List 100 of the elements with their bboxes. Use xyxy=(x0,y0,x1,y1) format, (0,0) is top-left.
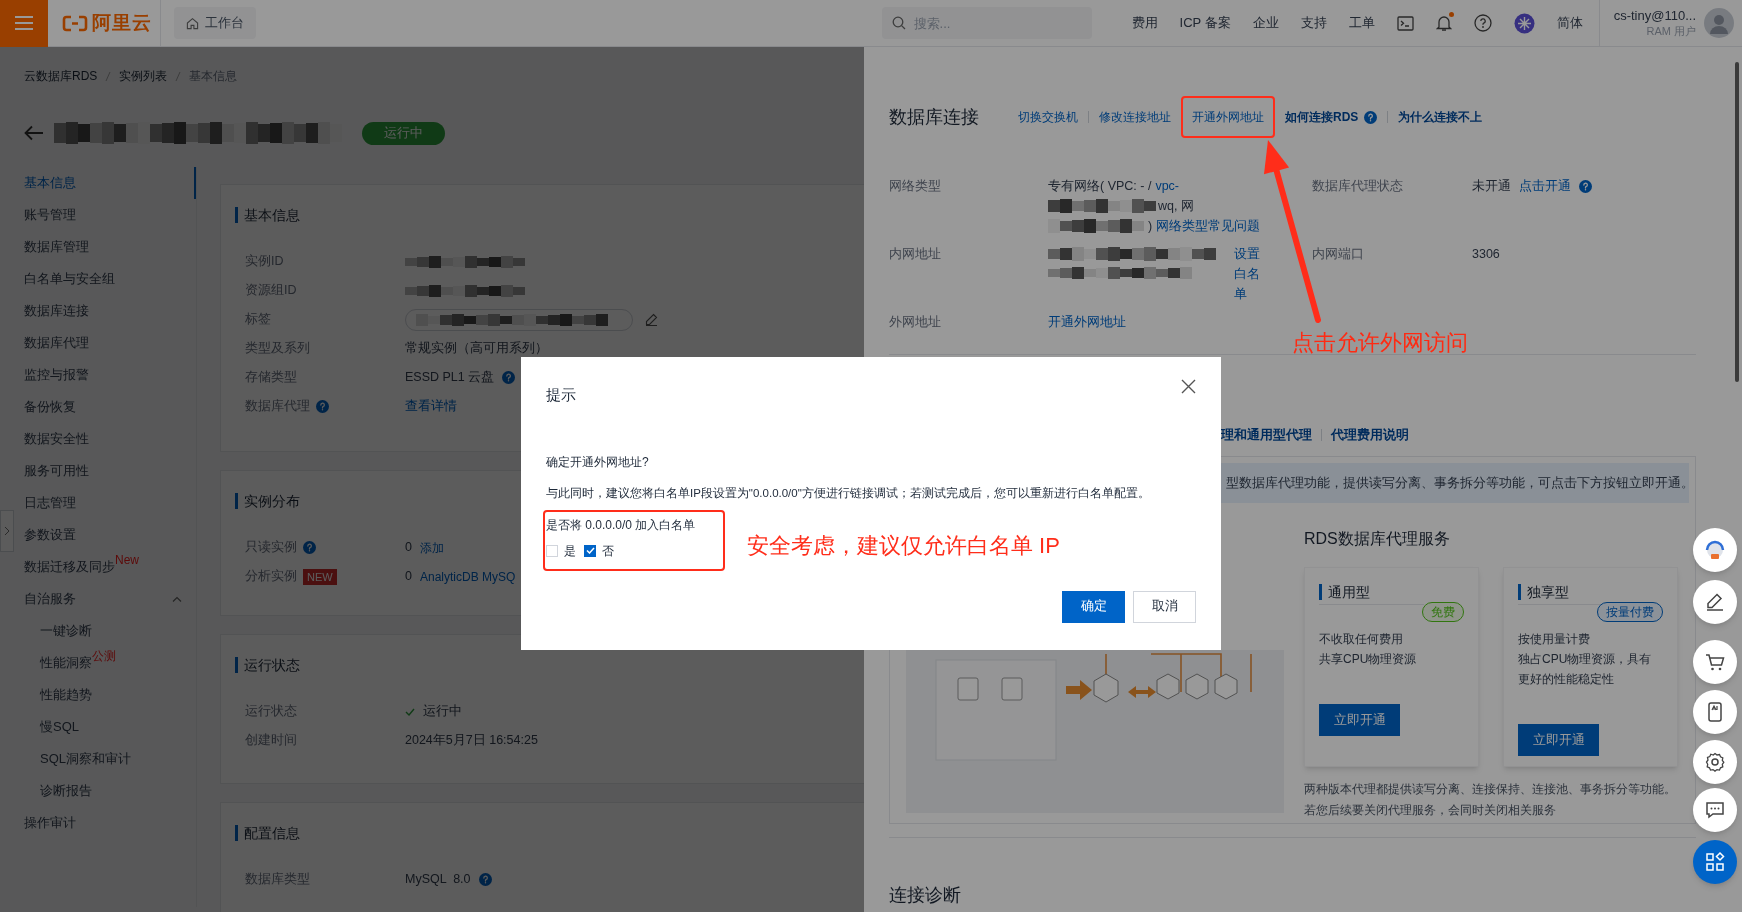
detail-link[interactable]: 查看详情 xyxy=(405,397,457,416)
banner-text: 型数据库代理功能，提供读写分离、事务拆分等功能，可点击下方按钮立即开通。 xyxy=(1226,474,1694,492)
scrollbar-thumb[interactable] xyxy=(1735,62,1739,382)
sidebar-item[interactable]: 性能趋势 xyxy=(16,679,196,711)
proxy-link[interactable]: 代理费用说明 xyxy=(1331,425,1409,445)
sidebar-item[interactable]: 自治服务 xyxy=(16,583,196,615)
nav-link[interactable]: 工单 xyxy=(1348,13,1375,33)
help-icon[interactable] xyxy=(1364,110,1378,124)
field-value: 0 xyxy=(405,568,412,586)
sidebar-item[interactable]: 日志管理 xyxy=(16,487,196,519)
option-label: 是否将 0.0.0.0/0 加入白名单 xyxy=(546,516,697,534)
external-address-link[interactable]: 开通外网地址 xyxy=(1048,315,1126,329)
header-link[interactable]: 切换交换机 xyxy=(1018,108,1078,126)
nav-link[interactable]: 支持 xyxy=(1300,13,1327,33)
checkbox-label: 是 xyxy=(564,542,576,560)
sidebar-item[interactable]: 监控与报警 xyxy=(16,359,196,391)
annotation-text: 安全考虑，建议仅允许白名单 IP xyxy=(747,531,1060,560)
sidebar-item[interactable]: 诊断报告 xyxy=(16,775,196,807)
action-link[interactable]: 添加 xyxy=(419,538,444,557)
help-icon[interactable] xyxy=(502,371,516,384)
separator-icon xyxy=(105,70,112,82)
sidebar-item[interactable]: 慢SQL xyxy=(16,711,196,743)
sidebar-item[interactable]: 数据迁移及同步New xyxy=(16,551,196,583)
field-label: 内网地址 xyxy=(889,246,942,263)
chat-icon xyxy=(1704,799,1726,821)
logo-text: 阿里云 xyxy=(92,10,152,35)
badge-label: New xyxy=(115,554,139,566)
whitelist-link[interactable]: 设置白名单 xyxy=(1234,244,1272,304)
sidebar-item[interactable]: 数据库管理 xyxy=(16,231,196,263)
enable-button[interactable]: 立即开通 xyxy=(1319,704,1400,736)
action-link[interactable]: AnalyticDB MySQ xyxy=(419,567,516,586)
status-badge: 运行中 xyxy=(362,121,445,145)
enable-button[interactable]: 立即开通 xyxy=(1518,724,1599,756)
check-icon xyxy=(405,707,415,716)
back-arrow-icon[interactable] xyxy=(24,125,44,141)
sidebar-item[interactable]: 数据库连接 xyxy=(16,295,196,327)
field-value: 2024年5月7日 16:54:25 xyxy=(405,732,538,750)
field-value: 运行中 xyxy=(423,703,462,721)
sidebar-item[interactable]: 性能洞察公测 xyxy=(16,647,196,679)
help-icon[interactable] xyxy=(478,873,492,886)
badge-label: 公测 xyxy=(92,650,116,662)
breadcrumb-link[interactable]: 云数据库RDS xyxy=(24,67,98,85)
edit-icon[interactable] xyxy=(645,313,658,326)
menu-button[interactable] xyxy=(0,0,48,47)
sidebar-item[interactable]: 数据安全性 xyxy=(16,423,196,455)
collapse-handle[interactable] xyxy=(0,510,14,552)
help-icon[interactable] xyxy=(303,541,316,554)
sidebar-item[interactable]: 白名单与安全组 xyxy=(16,263,196,295)
price-badge: 按量付费 xyxy=(1597,602,1663,622)
sidebar-item[interactable]: 账号管理 xyxy=(16,199,196,231)
sidebar-item[interactable]: SQL洞察和审计 xyxy=(16,743,196,775)
checkbox-label: 否 xyxy=(602,542,614,560)
bell-icon xyxy=(1435,14,1452,32)
cart-icon xyxy=(1704,651,1726,673)
avatar-icon[interactable] xyxy=(1704,8,1734,38)
help-icon[interactable] xyxy=(1579,180,1592,193)
vpc-link[interactable]: vpc- xyxy=(1155,176,1180,196)
user-name[interactable]: cs-tiny@110... xyxy=(1613,7,1696,24)
price-badge: 免费 xyxy=(1422,602,1464,622)
plan-description: 更好的性能稳定性 xyxy=(1518,671,1615,688)
breadcrumb-link[interactable]: 实例列表 xyxy=(119,67,168,85)
separator-icon xyxy=(175,70,182,82)
language-link[interactable]: 简体 xyxy=(1556,13,1583,33)
field-value: 未开通 xyxy=(1472,178,1511,195)
confirm-button[interactable]: 确定 xyxy=(1062,590,1125,623)
enable-link[interactable]: 点击开通 xyxy=(1519,176,1571,196)
sidebar-item[interactable]: 操作审计 xyxy=(16,807,196,839)
proxy-link[interactable]: 理和通用型代理 xyxy=(1221,425,1312,445)
grid-icon xyxy=(1704,851,1726,873)
nav-link[interactable]: 企业 xyxy=(1252,13,1279,33)
header-link[interactable]: 开通外网地址 xyxy=(1192,108,1264,126)
field-value: wq, 网 xyxy=(1158,198,1194,215)
new-badge: NEW xyxy=(303,568,337,585)
search-icon xyxy=(891,16,906,30)
sidebar-item[interactable]: 备份恢复 xyxy=(16,391,196,423)
menu-icon xyxy=(14,15,34,31)
plan-description: 独占CPU物理资源，具有 xyxy=(1518,651,1653,668)
help-icon[interactable] xyxy=(1473,14,1492,32)
faq-link[interactable]: 网络类型常见问题 xyxy=(1156,216,1261,236)
cancel-button[interactable]: 取消 xyxy=(1133,590,1196,623)
checkbox[interactable] xyxy=(584,544,596,557)
sidebar-item[interactable]: 数据库代理 xyxy=(16,327,196,359)
close-icon[interactable] xyxy=(1181,378,1196,394)
nav-link[interactable]: ICP 备案 xyxy=(1179,13,1231,33)
header-link[interactable]: 修改连接地址 xyxy=(1099,108,1171,126)
field-value: ESSD PL1 云盘 xyxy=(405,369,495,387)
field-value: ) xyxy=(1148,218,1153,235)
header-link[interactable]: 如何连接RDS xyxy=(1285,108,1359,126)
sidebar-item[interactable]: 服务可用性 xyxy=(16,455,196,487)
help-icon[interactable] xyxy=(316,400,329,413)
sidebar-item[interactable]: 参数设置 xyxy=(16,519,196,551)
app-circle-icon[interactable] xyxy=(1513,12,1535,34)
terminal-icon[interactable] xyxy=(1396,15,1414,31)
notification-button[interactable] xyxy=(1435,14,1452,32)
check-icon xyxy=(585,547,595,555)
sidebar-item[interactable]: 基本信息 xyxy=(16,167,196,199)
plan-description: 按使用量计费 xyxy=(1518,631,1591,648)
nav-link[interactable]: 费用 xyxy=(1131,13,1158,33)
header-link[interactable]: 为什么连接不上 xyxy=(1398,108,1483,126)
workbench-button[interactable]: 工作台 xyxy=(174,7,256,39)
